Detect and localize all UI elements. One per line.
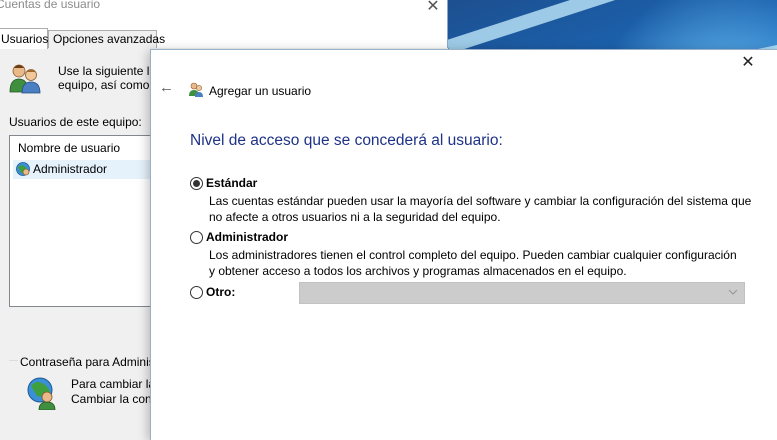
chevron-down-icon: [728, 289, 738, 295]
description-line: y obtener acceso a todos los archivos y …: [209, 264, 627, 278]
radio-estandar-label[interactable]: Estándar: [206, 176, 257, 190]
user-row-icon: [16, 162, 30, 176]
description-line: Los administradores tienen el control co…: [209, 248, 737, 262]
close-icon[interactable]: ✕: [424, 0, 442, 15]
password-user-icon: [27, 377, 56, 410]
tab-opciones-avanzadas[interactable]: Opciones avanzadas: [48, 30, 165, 48]
wallpaper-light-beam: [448, 0, 774, 54]
radio-otro-label[interactable]: Otro:: [206, 285, 235, 299]
close-icon[interactable]: ✕: [737, 52, 759, 74]
window-titlebar: Cuentas de usuario: [0, 0, 448, 14]
radio-otro[interactable]: [190, 286, 203, 299]
other-group-select[interactable]: [299, 282, 745, 304]
intro-text: Use la siguiente li equipo, así como: [58, 64, 152, 92]
users-listview[interactable]: Nombre de usuario Administrador: [9, 135, 169, 307]
intro-line: equipo, así como: [58, 78, 150, 92]
intro-line: Use la siguiente li: [58, 64, 153, 78]
list-item[interactable]: Administrador: [13, 160, 169, 179]
column-header-username[interactable]: Nombre de usuario: [18, 141, 120, 155]
password-line[interactable]: Para cambiar la: [71, 377, 155, 392]
estandar-description: Las cuentas estándar pueden usar la mayo…: [209, 193, 751, 225]
radio-administrador-label[interactable]: Administrador: [206, 230, 288, 244]
description-line: no afecte a otros usuarios ni a la segur…: [209, 210, 501, 224]
password-group-label: Contraseña para Adminis: [18, 355, 157, 369]
administrador-description: Los administradores tienen el control co…: [209, 247, 737, 279]
tab-usuarios[interactable]: Usuarios: [0, 28, 48, 49]
description-line: Las cuentas estándar pueden usar la mayo…: [209, 194, 752, 208]
password-line[interactable]: Cambiar la con: [71, 392, 155, 407]
radio-administrador[interactable]: [190, 231, 203, 244]
users-list-label: Usuarios de este equipo:: [9, 115, 142, 129]
password-text: Para cambiar la Cambiar la con: [71, 377, 155, 407]
list-item-label: Administrador: [33, 162, 108, 176]
window-title: Cuentas de usuario: [0, 0, 101, 11]
wizard-users-icon: [189, 82, 203, 97]
users-icon: [9, 64, 41, 94]
page-heading: Nivel de acceso que se concederá al usua…: [190, 132, 503, 149]
wizard-title: Agregar un usuario: [209, 84, 312, 98]
back-arrow-icon[interactable]: ←: [159, 80, 175, 96]
radio-estandar[interactable]: [190, 177, 203, 190]
add-user-wizard: ✕ ← Agregar un usuario Nivel de acceso q…: [150, 49, 777, 440]
